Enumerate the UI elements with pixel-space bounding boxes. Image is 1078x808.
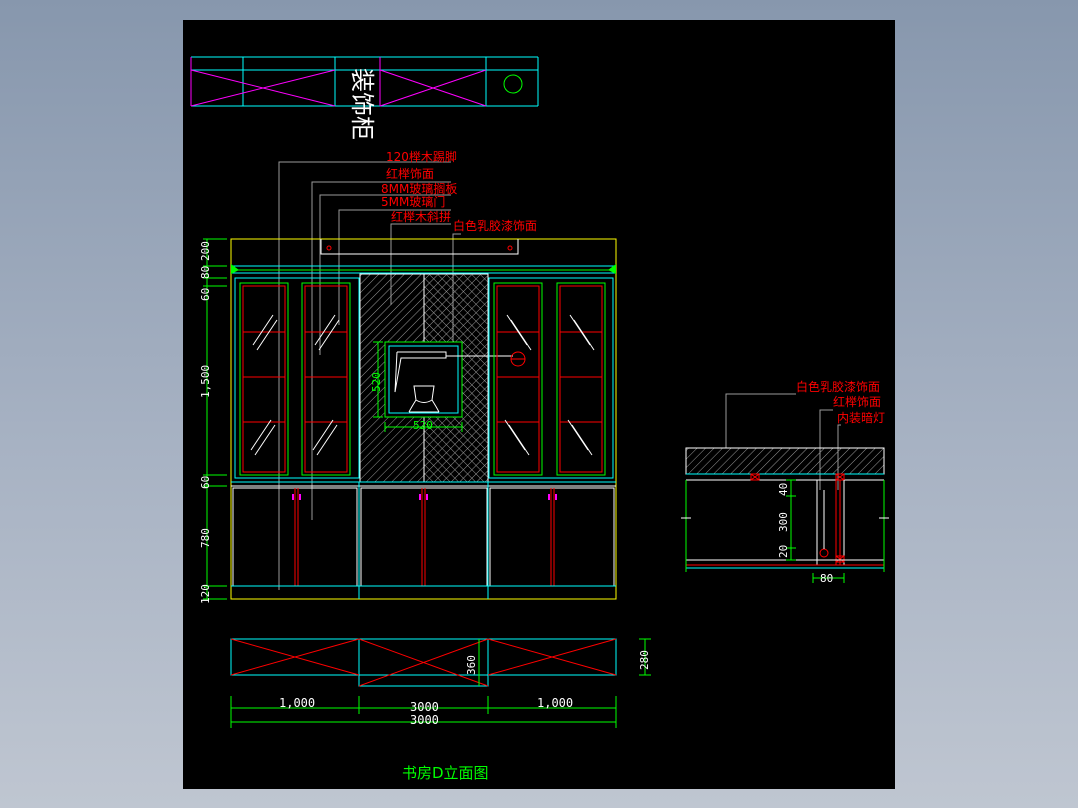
dim-200: 200 (199, 241, 212, 261)
section-dim-80: 80 (820, 572, 833, 585)
section-leaders (725, 393, 841, 490)
callout-skirting: 120榉木踢脚 (386, 149, 457, 164)
section-callout-beech: 红榉饰面 (833, 394, 881, 409)
dim-1500: 1,500 (199, 365, 212, 398)
section-dim-20: 20 (777, 545, 790, 558)
callout-diagonal-beech: 红榉木斜拼 (391, 209, 451, 224)
dim-60-top: 60 (199, 288, 212, 301)
cabinet-title: 装饰柜 (348, 68, 376, 140)
section-dim-40: 40 (777, 483, 790, 496)
callout-white-latex: 白色乳胶漆饰面 (453, 218, 537, 233)
cad-drawing: 装饰柜 120榉木踢脚 红榉饰面 8MM玻璃搁板 5MM玻璃门 红榉木斜拼 白色… (190, 56, 889, 782)
section-dim-300: 300 (777, 512, 790, 532)
drawing-title: 书房D立面图 (402, 764, 489, 782)
dim-bottom-total: 3000 (410, 713, 439, 727)
callout-glass-shelf: 8MM玻璃搁板 (381, 181, 457, 196)
plan-side-dim: 280 (638, 650, 651, 670)
dim-780: 780 (199, 528, 212, 548)
dim-120: 120 (199, 584, 212, 604)
niche-height-dim: 520 (370, 372, 383, 392)
dim-60-mid: 60 (199, 476, 212, 489)
callout-glass-door: 5MM玻璃门 (381, 194, 445, 209)
dim-bottom-left: 1,000 (279, 696, 315, 710)
callout-red-beech-veneer: 红榉饰面 (386, 166, 434, 181)
drawing-sheet: 装饰柜 120榉木踢脚 红榉饰面 8MM玻璃搁板 5MM玻璃门 红榉木斜拼 白色… (183, 20, 895, 789)
dim-bottom-middle: 3000 (410, 700, 439, 714)
plan-depth-dim: 360 (465, 655, 478, 675)
section-callout-latex: 白色乳胶漆饰面 (796, 379, 880, 394)
elevation (203, 238, 617, 600)
dim-bottom-right: 1,000 (537, 696, 573, 710)
plan-view (230, 638, 651, 687)
section-callout-light: 内装暗灯 (837, 410, 885, 425)
dim-80: 80 (199, 266, 212, 279)
niche-width-dim: 520 (413, 419, 433, 432)
